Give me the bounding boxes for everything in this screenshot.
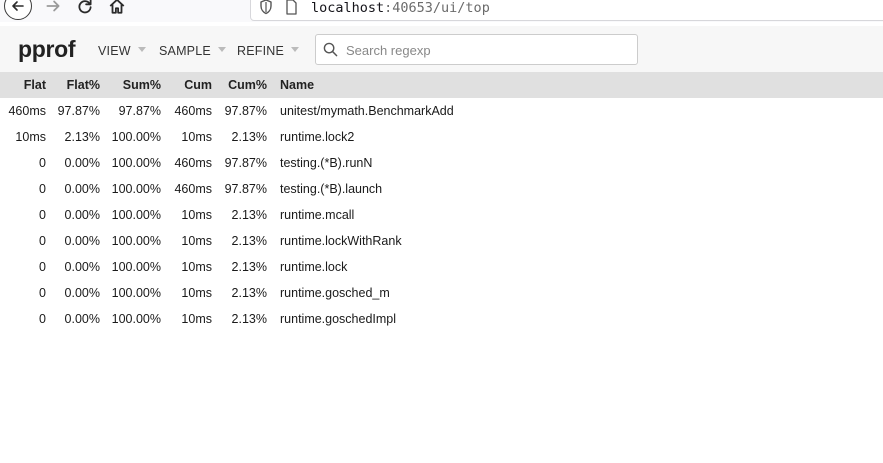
cell-cum: 10ms: [181, 130, 212, 144]
cell-sum-pct: 100.00%: [111, 312, 161, 326]
menu-refine[interactable]: REFINE: [237, 44, 300, 58]
menu-view-label: VIEW: [98, 44, 131, 58]
cell-cum-pct: 2.13%: [231, 312, 267, 326]
cell-flat: 460ms: [8, 104, 46, 118]
column-header-flat-pct[interactable]: Flat%: [67, 72, 100, 98]
cell-sum-pct: 100.00%: [111, 286, 161, 300]
cell-cum-pct: 97.87%: [224, 156, 267, 170]
table-row[interactable]: 0 0.00% 100.00% 10ms 2.13% runtime.mcall: [0, 202, 883, 228]
arrow-left-icon: [12, 1, 24, 11]
cell-flat: 10ms: [15, 130, 46, 144]
cell-flat-pct: 0.00%: [64, 208, 100, 222]
cell-cum: 10ms: [181, 260, 212, 274]
table-row[interactable]: 0 0.00% 100.00% 10ms 2.13% runtime.gosch…: [0, 280, 883, 306]
cell-name: runtime.gosched_m: [280, 286, 390, 300]
cell-flat-pct: 0.00%: [64, 286, 100, 300]
cell-sum-pct: 100.00%: [111, 130, 161, 144]
cell-cum: 460ms: [174, 182, 212, 196]
cell-cum: 460ms: [174, 104, 212, 118]
search-box[interactable]: [315, 34, 638, 65]
cell-name: unitest/mymath.BenchmarkAdd: [280, 104, 454, 118]
menu-sample-label: SAMPLE: [159, 44, 211, 58]
cell-cum-pct: 2.13%: [231, 130, 267, 144]
reload-icon: [78, 0, 92, 14]
cell-flat-pct: 0.00%: [64, 312, 100, 326]
reload-button[interactable]: [70, 0, 100, 21]
cell-cum-pct: 97.87%: [224, 182, 267, 196]
caret-down-icon: [217, 47, 226, 52]
table-header: Flat Flat% Sum% Cum Cum% Name: [0, 72, 883, 98]
table-row[interactable]: 0 0.00% 100.00% 10ms 2.13% runtime.gosch…: [0, 306, 883, 332]
cell-name: runtime.lock2: [280, 130, 355, 144]
forward-button[interactable]: [38, 0, 68, 21]
cell-sum-pct: 100.00%: [111, 234, 161, 248]
app-title[interactable]: pprof: [18, 36, 76, 63]
table-row[interactable]: 0 0.00% 100.00% 10ms 2.13% runtime.lock: [0, 254, 883, 280]
menu-view[interactable]: VIEW: [98, 44, 146, 58]
cell-cum-pct: 2.13%: [231, 208, 267, 222]
arrow-right-icon: [46, 0, 60, 12]
cell-flat: 0: [39, 312, 46, 326]
cell-flat-pct: 0.00%: [64, 260, 100, 274]
search-icon: [323, 42, 338, 57]
url-host: localhost: [311, 0, 385, 16]
app-header: pprof VIEW SAMPLE REFINE: [0, 26, 883, 72]
cell-cum: 10ms: [181, 312, 212, 326]
back-button[interactable]: [4, 0, 32, 20]
column-header-flat[interactable]: Flat: [24, 72, 46, 98]
cell-flat-pct: 0.00%: [64, 234, 100, 248]
cell-sum-pct: 100.00%: [111, 182, 161, 196]
cell-flat: 0: [39, 234, 46, 248]
cell-cum: 460ms: [174, 156, 212, 170]
cell-flat: 0: [39, 156, 46, 170]
table-row[interactable]: 460ms 97.87% 97.87% 460ms 97.87% unitest…: [0, 98, 883, 124]
cell-cum-pct: 2.13%: [231, 234, 267, 248]
caret-down-icon: [291, 47, 300, 52]
cell-flat-pct: 97.87%: [57, 104, 100, 118]
cell-cum-pct: 97.87%: [224, 104, 267, 118]
column-header-cum[interactable]: Cum: [184, 72, 212, 98]
cell-flat: 0: [39, 260, 46, 274]
cell-name: runtime.lockWithRank: [280, 234, 402, 248]
column-header-name[interactable]: Name: [280, 72, 314, 98]
cell-sum-pct: 97.87%: [118, 104, 161, 118]
cell-name: testing.(*B).launch: [280, 182, 383, 196]
cell-name: runtime.mcall: [280, 208, 355, 222]
cell-cum: 10ms: [181, 208, 212, 222]
table-row[interactable]: 0 0.00% 100.00% 10ms 2.13% runtime.lockW…: [0, 228, 883, 254]
url-path: :40653/ui/top: [384, 0, 490, 16]
cell-flat: 0: [39, 208, 46, 222]
cell-name: runtime.goschedImpl: [280, 312, 397, 326]
menu-refine-label: REFINE: [237, 44, 285, 58]
cell-sum-pct: 100.00%: [111, 208, 161, 222]
cell-sum-pct: 100.00%: [111, 156, 161, 170]
cell-flat: 0: [39, 286, 46, 300]
cell-cum-pct: 2.13%: [231, 286, 267, 300]
table-row[interactable]: 10ms 2.13% 100.00% 10ms 2.13% runtime.lo…: [0, 124, 883, 150]
table-row[interactable]: 0 0.00% 100.00% 460ms 97.87% testing.(*B…: [0, 150, 883, 176]
cell-name: runtime.lock: [280, 260, 348, 274]
cell-sum-pct: 100.00%: [111, 260, 161, 274]
cell-flat: 0: [39, 182, 46, 196]
cell-cum: 10ms: [181, 234, 212, 248]
cell-name: testing.(*B).runN: [280, 156, 373, 170]
home-button[interactable]: [102, 0, 132, 21]
cell-flat-pct: 0.00%: [64, 156, 100, 170]
home-icon: [109, 0, 125, 14]
menu-sample[interactable]: SAMPLE: [159, 44, 226, 58]
page-icon[interactable]: [285, 0, 298, 15]
column-header-sum-pct[interactable]: Sum%: [123, 72, 161, 98]
cell-flat-pct: 0.00%: [64, 182, 100, 196]
cell-cum-pct: 2.13%: [231, 260, 267, 274]
url-bar[interactable]: localhost:40653/ui/top: [250, 0, 883, 21]
shield-icon[interactable]: [259, 0, 273, 15]
cell-flat-pct: 2.13%: [64, 130, 100, 144]
url-text: localhost:40653/ui/top: [311, 0, 490, 16]
browser-toolbar: localhost:40653/ui/top: [0, 0, 883, 22]
column-header-cum-pct[interactable]: Cum%: [228, 72, 267, 98]
table-row[interactable]: 0 0.00% 100.00% 460ms 97.87% testing.(*B…: [0, 176, 883, 202]
caret-down-icon: [137, 47, 146, 52]
cell-cum: 10ms: [181, 286, 212, 300]
search-input[interactable]: [344, 40, 633, 61]
